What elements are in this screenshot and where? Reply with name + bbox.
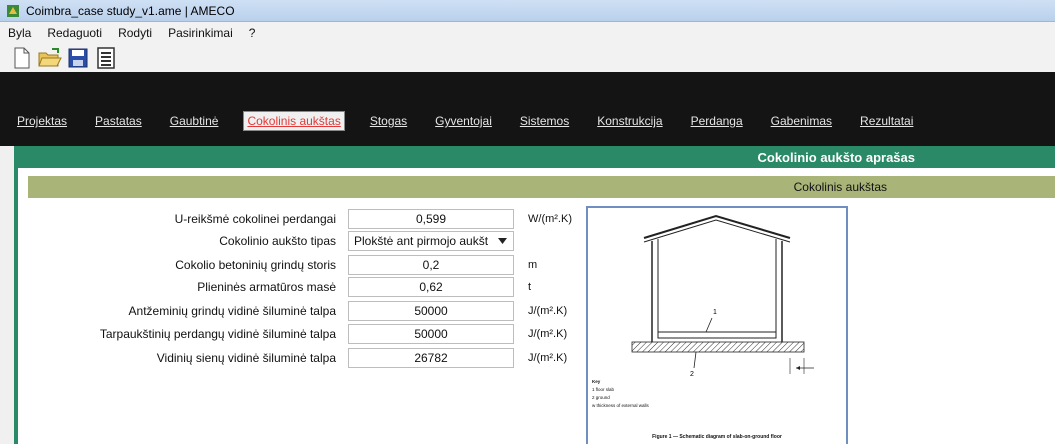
field-label: Antžeminių grindų vidinė šiluminė talpa (128, 304, 336, 318)
panel-header: Cokolinio aukšto aprašas (757, 149, 916, 165)
tab-content-divider (0, 138, 1055, 146)
panel-content: Cokolinis aukštas U-reikšmė cokolinei pe… (18, 168, 1055, 444)
section-header: Cokolinis aukštas (28, 176, 1055, 198)
field-unit: J/(m².K) (528, 328, 568, 340)
steel-mass-input[interactable]: 0,62 (348, 277, 514, 297)
title-bar: Coimbra_case study_v1.ame | AMECO (0, 0, 1055, 22)
tab-gaubtine[interactable]: Gaubtinė (167, 112, 222, 130)
key-item-2: 2 ground (592, 395, 610, 400)
callout-1-label: 1 (713, 309, 717, 316)
floor-type-select[interactable]: Plokštė ant pirmojo aukšt (348, 231, 514, 251)
key-item-w: w thickness of external walls (592, 403, 649, 408)
toolbar-spacer (0, 72, 1055, 104)
callout-2-label: 2 (690, 371, 694, 378)
figure-caption: Figure 1 — Schematic diagram of slab-on-… (652, 434, 782, 440)
menu-rodyti[interactable]: Rodyti (118, 26, 152, 40)
field-label: Plieninės armatūros masė (197, 280, 336, 294)
field-unit: m (528, 259, 538, 271)
field-row-u-value: U-reikšmė cokolinei perdangai 0,599 W/(m… (18, 208, 572, 230)
tab-projektas[interactable]: Projektas (14, 112, 70, 130)
field-row-internal-wall-capacity: Vidinių sienų vidinė šiluminė talpa 2678… (18, 347, 567, 369)
tab-bar: Projektas Pastatas Gaubtinė Cokolinis au… (0, 104, 1055, 138)
tab-perdanga[interactable]: Perdanga (688, 112, 746, 130)
ground-floor-capacity-input[interactable]: 50000 (348, 301, 514, 321)
field-unit: J/(m².K) (528, 305, 568, 317)
menu-redaguoti[interactable]: Redaguoti (47, 26, 102, 40)
menu-bar: Byla Redaguoti Rodyti Pasirinkimai ? (0, 22, 1055, 44)
field-unit: W/(m².K) (528, 213, 572, 225)
field-row-intermediate-floor-capacity: Tarpaukštinių perdangų vidinė šiluminė t… (18, 323, 567, 345)
new-file-icon (14, 47, 30, 69)
tab-cokolinis-aukstas[interactable]: Cokolinis aukštas (243, 111, 345, 131)
field-row-steel-mass: Plieninės armatūros masė 0,62 t (18, 276, 531, 298)
key-title: Key (592, 379, 601, 384)
save-icon (68, 48, 88, 68)
save-button[interactable] (66, 46, 90, 70)
menu-help[interactable]: ? (249, 26, 256, 40)
field-label: Cokolinio aukšto tipas (219, 234, 336, 248)
slab-diagram: 1 2 Key 1 floor slab 2 ground w thicknes… (586, 206, 848, 444)
toolbar (0, 44, 1055, 72)
intermediate-floor-capacity-input[interactable]: 50000 (348, 324, 514, 344)
tab-gyventojai[interactable]: Gyventojai (432, 112, 495, 130)
new-file-button[interactable] (10, 46, 34, 70)
figure-key: Key 1 floor slab 2 ground w thickness of… (592, 378, 649, 410)
tab-rezultatai[interactable]: Rezultatai (857, 112, 916, 130)
tab-pastatas[interactable]: Pastatas (92, 112, 145, 130)
field-unit: J/(m².K) (528, 352, 568, 364)
document-button[interactable] (94, 46, 118, 70)
field-row-ground-floor-capacity: Antžeminių grindų vidinė šiluminė talpa … (18, 300, 567, 322)
internal-wall-capacity-input[interactable]: 26782 (348, 348, 514, 368)
app-icon (7, 4, 19, 17)
field-label: Cokolio betoninių grindų storis (175, 258, 336, 272)
menu-pasirinkimai[interactable]: Pasirinkimai (168, 26, 233, 40)
chevron-down-icon (498, 238, 507, 244)
window-title: Coimbra_case study_v1.ame | AMECO (26, 3, 235, 18)
field-label: Tarpaukštinių perdangų vidinė šiluminė t… (99, 327, 336, 341)
select-value: Plokštė ant pirmojo aukšt (354, 234, 489, 248)
field-label: Vidinių sienų vidinė šiluminė talpa (156, 351, 336, 365)
open-folder-icon (38, 48, 62, 67)
open-button[interactable] (38, 46, 62, 70)
tab-konstrukcija[interactable]: Konstrukcija (594, 112, 665, 130)
menu-byla[interactable]: Byla (8, 26, 31, 40)
field-row-floor-type: Cokolinio aukšto tipas Plokštė ant pirmo… (18, 230, 514, 252)
key-item-1: 1 floor slab (592, 387, 615, 392)
u-value-input[interactable]: 0,599 (348, 209, 514, 229)
concrete-thickness-input[interactable]: 0,2 (348, 255, 514, 275)
field-unit: t (528, 281, 532, 293)
tab-sistemos[interactable]: Sistemos (517, 112, 572, 130)
tab-stogas[interactable]: Stogas (367, 112, 410, 130)
tab-gabenimas[interactable]: Gabenimas (768, 112, 835, 130)
document-icon (97, 47, 115, 69)
field-row-concrete-thickness: Cokolio betoninių grindų storis 0,2 m (18, 254, 537, 276)
field-label: U-reikšmė cokolinei perdangai (174, 212, 336, 226)
